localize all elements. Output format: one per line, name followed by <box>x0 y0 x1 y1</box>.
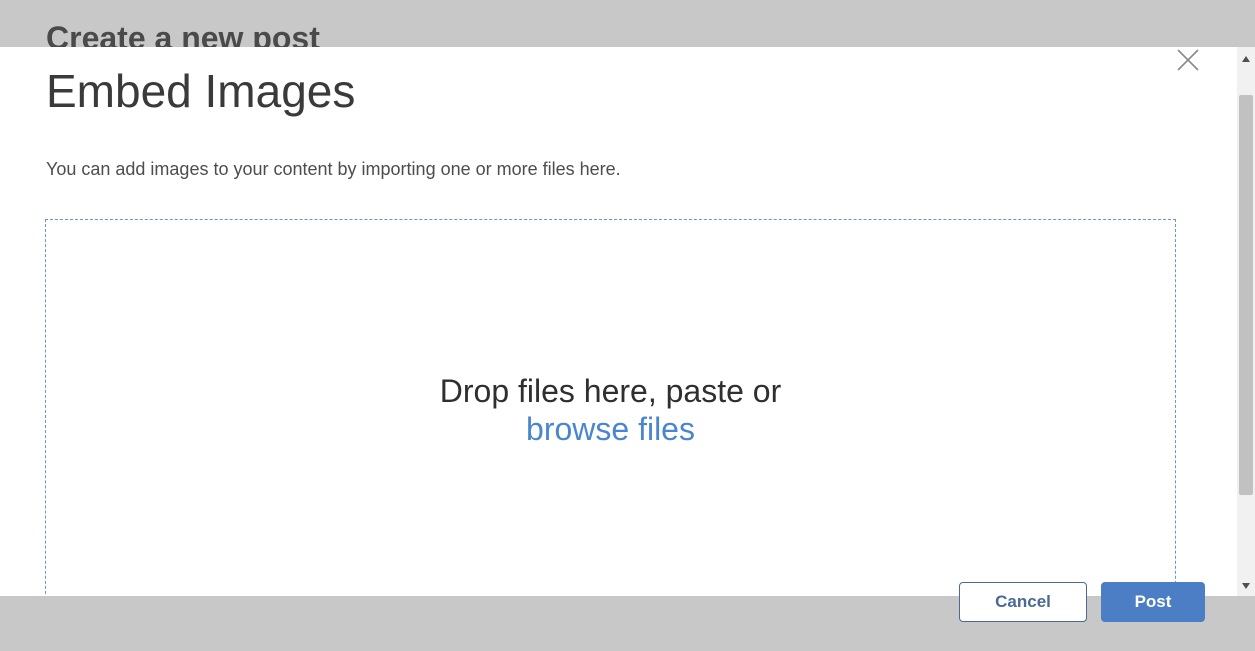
screen: Create a new post Embed Images You can a… <box>0 0 1255 651</box>
modal-description: You can add images to your content by im… <box>46 159 621 179</box>
browse-files-link[interactable]: browse files <box>46 410 1175 448</box>
close-button[interactable] <box>1173 47 1203 75</box>
cancel-button[interactable]: Cancel <box>959 582 1087 622</box>
scroll-up-arrow[interactable] <box>1237 51 1255 67</box>
modal-scrollbar[interactable] <box>1237 47 1255 596</box>
arrow-down-icon <box>1242 583 1250 589</box>
close-icon <box>1177 49 1199 71</box>
scroll-down-arrow[interactable] <box>1237 578 1255 594</box>
file-dropzone[interactable]: Drop files here, paste or browse files <box>45 219 1176 596</box>
dropzone-prompt: Drop files here, paste or <box>439 373 782 409</box>
footer-actions: Cancel Post <box>959 582 1205 632</box>
scroll-thumb[interactable] <box>1239 95 1253 495</box>
embed-images-modal: Embed Images You can add images to your … <box>0 47 1237 596</box>
dropzone-text: Drop files here, paste or browse files <box>46 372 1175 448</box>
post-button[interactable]: Post <box>1101 582 1205 622</box>
modal-title: Embed Images <box>46 65 356 117</box>
arrow-up-icon <box>1242 56 1250 62</box>
